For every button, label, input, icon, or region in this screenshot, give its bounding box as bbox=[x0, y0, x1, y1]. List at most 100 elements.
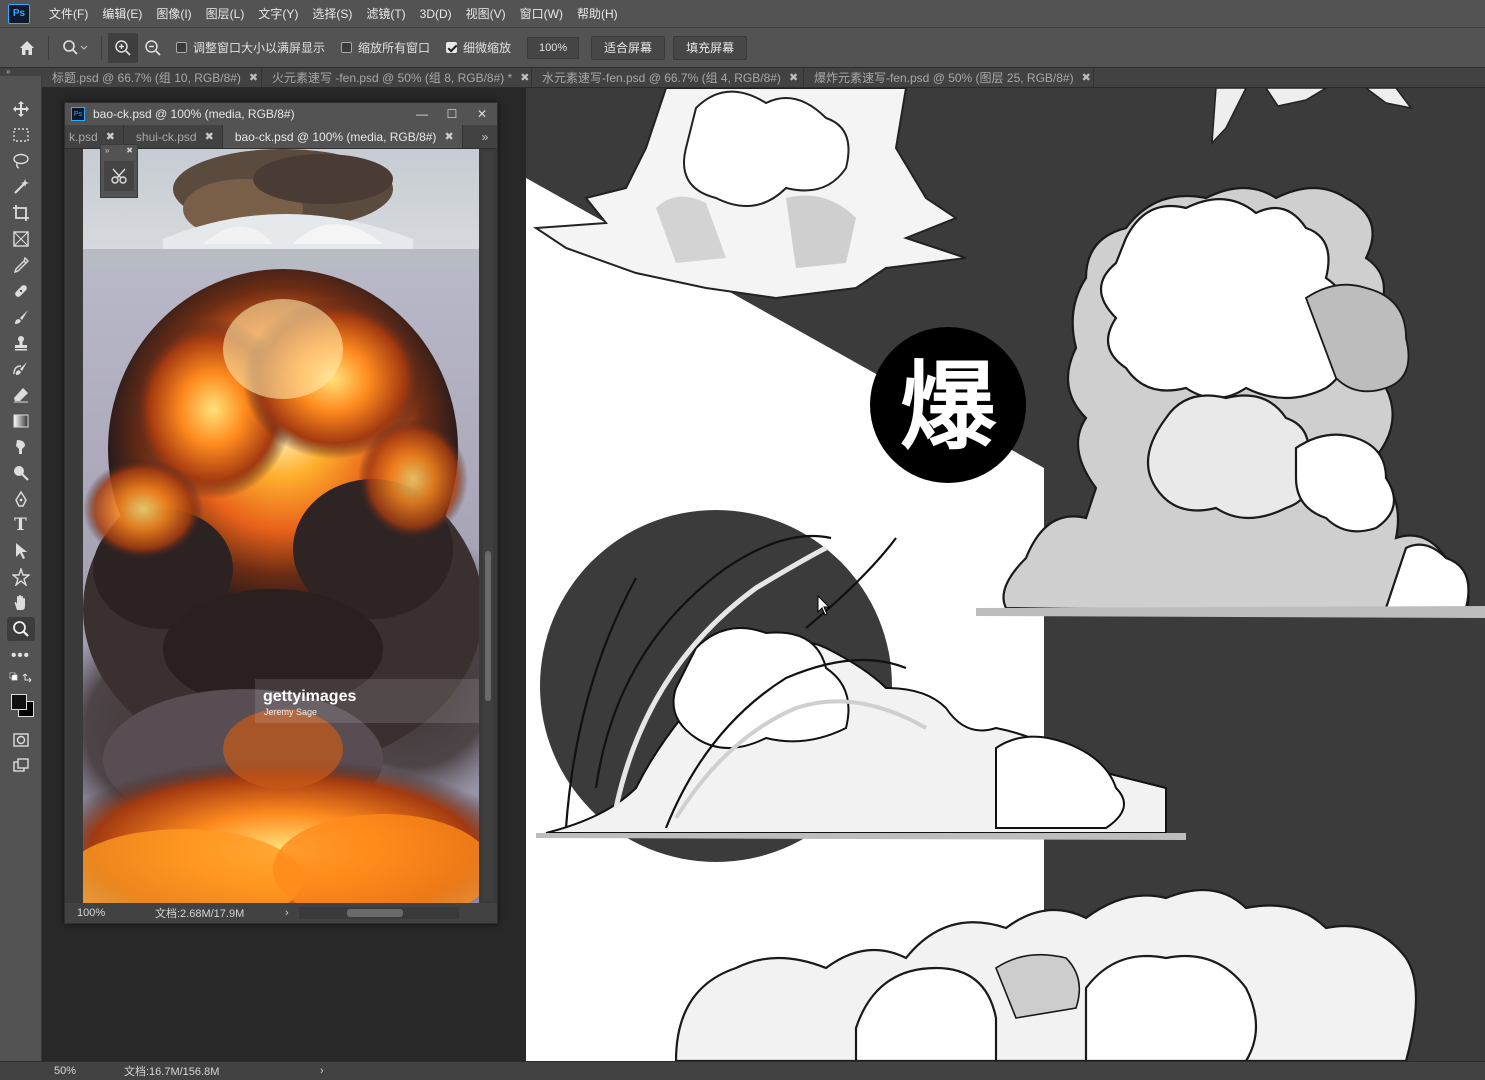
home-icon[interactable] bbox=[12, 33, 42, 63]
color-swatches[interactable] bbox=[7, 692, 35, 722]
document-tab-active[interactable]: 爆炸元素速写-fen.psd @ 50% (图层 25, RGB/8#) ✖ bbox=[804, 68, 1094, 87]
type-tool-icon[interactable]: T bbox=[7, 513, 35, 537]
marquee-tool-icon[interactable] bbox=[7, 123, 35, 147]
move-tool-icon[interactable] bbox=[7, 97, 35, 121]
checkbox-box-checked[interactable] bbox=[446, 42, 458, 53]
status-bar: 50% 文档:16.7M/156.8M › bbox=[0, 1061, 1485, 1080]
minimize-icon[interactable]: — bbox=[407, 107, 437, 121]
mini-tool-panel[interactable]: » ✖ bbox=[100, 144, 138, 198]
document-tab[interactable]: 标题.psd @ 66.7% (组 10, RGB/8#) ✖ bbox=[42, 68, 262, 87]
window-title: bao-ck.psd @ 100% (media, RGB/8#) bbox=[93, 107, 295, 121]
zoom-tool-icon[interactable] bbox=[6, 617, 35, 641]
close-icon[interactable]: ✖ bbox=[789, 68, 798, 88]
menu-image[interactable]: 图像(I) bbox=[149, 0, 198, 28]
screen-mode-icon[interactable] bbox=[7, 754, 35, 778]
window-zoom-level[interactable]: 100% bbox=[65, 907, 115, 919]
default-colors-icon[interactable] bbox=[7, 669, 35, 687]
menu-view[interactable]: 视图(V) bbox=[459, 0, 513, 28]
fill-screen-button[interactable]: 填充屏幕 bbox=[673, 35, 748, 60]
menu-help[interactable]: 帮助(H) bbox=[570, 0, 625, 28]
window-title-bar[interactable]: Ps bao-ck.psd @ 100% (media, RGB/8#) — ☐… bbox=[65, 103, 497, 125]
toolbar-collapse-handle[interactable]: » bbox=[0, 68, 42, 76]
custom-shape-tool-icon[interactable] bbox=[7, 565, 35, 589]
menu-edit[interactable]: 编辑(E) bbox=[95, 0, 149, 28]
eraser-tool-icon[interactable] bbox=[7, 383, 35, 407]
tab-label: 标题.psd @ 66.7% (组 10, RGB/8#) bbox=[52, 70, 241, 85]
close-icon[interactable]: ✖ bbox=[126, 145, 133, 157]
watermark-credit: Jeremy Sage bbox=[264, 707, 317, 717]
explosion-artwork: 爆 bbox=[526, 88, 1485, 1061]
menu-file[interactable]: 文件(F) bbox=[42, 0, 95, 28]
menu-layer[interactable]: 图层(L) bbox=[199, 0, 252, 28]
scrollbar-thumb[interactable] bbox=[485, 551, 491, 701]
menu-3d[interactable]: 3D(D) bbox=[413, 0, 459, 28]
vertical-scrollbar[interactable] bbox=[483, 151, 493, 901]
canvas-character-text: 爆 bbox=[900, 351, 997, 463]
hand-tool-icon[interactable] bbox=[7, 591, 35, 615]
fit-screen-button[interactable]: 适合屏幕 bbox=[591, 35, 666, 60]
path-selection-tool-icon[interactable] bbox=[7, 539, 35, 563]
close-icon[interactable]: ✖ bbox=[444, 125, 453, 149]
scrubby-zoom-checkbox[interactable]: 细微缩放 bbox=[446, 39, 511, 56]
menu-type[interactable]: 文字(Y) bbox=[251, 0, 305, 28]
more-tabs-icon[interactable]: » bbox=[473, 125, 497, 148]
lasso-tool-icon[interactable] bbox=[7, 149, 35, 173]
checkbox-box[interactable] bbox=[341, 42, 353, 53]
resize-windows-label: 调整窗口大小以满屏显示 bbox=[193, 41, 326, 55]
tab-label: 水元素速写-fen.psd @ 66.7% (组 4, RGB/8#) bbox=[542, 70, 781, 85]
scrollbar-thumb[interactable] bbox=[346, 909, 403, 917]
eyedropper-tool-icon[interactable] bbox=[7, 253, 35, 277]
close-icon[interactable]: ✖ bbox=[520, 68, 529, 88]
menu-filter[interactable]: 滤镜(T) bbox=[359, 0, 412, 28]
quick-mask-icon[interactable] bbox=[7, 728, 35, 752]
zoom-percent-field[interactable]: 100% bbox=[527, 36, 580, 59]
resize-windows-checkbox[interactable]: 调整窗口大小以满屏显示 bbox=[176, 39, 325, 56]
zoom-out-icon[interactable] bbox=[138, 33, 168, 63]
zoom-level[interactable]: 50% bbox=[0, 1065, 90, 1077]
history-brush-tool-icon[interactable] bbox=[7, 357, 35, 381]
document-tab[interactable]: 水元素速写-fen.psd @ 66.7% (组 4, RGB/8#) ✖ bbox=[532, 68, 804, 87]
window-status-bar: 100% 文档:2.68M/17.9M › bbox=[65, 903, 497, 923]
close-icon[interactable]: ✕ bbox=[467, 107, 497, 121]
foreground-color-swatch[interactable] bbox=[10, 694, 27, 710]
zoom-in-icon[interactable] bbox=[108, 32, 138, 63]
frame-tool-icon[interactable] bbox=[7, 227, 35, 251]
clone-stamp-tool-icon[interactable] bbox=[7, 331, 35, 355]
window-tab-active[interactable]: bao-ck.psd @ 100% (media, RGB/8#) ✖ bbox=[222, 125, 463, 149]
document-tab[interactable]: 火元素速写 -fen.psd @ 50% (组 8, RGB/8#) * ✖ bbox=[262, 68, 532, 87]
crop-tool-icon[interactable] bbox=[7, 201, 35, 225]
magic-wand-tool-icon[interactable] bbox=[7, 175, 35, 199]
dodge-tool-icon[interactable] bbox=[7, 461, 35, 485]
chevron-right-icon[interactable]: › bbox=[285, 907, 289, 919]
horizontal-scrollbar[interactable] bbox=[298, 907, 459, 919]
scrubby-zoom-label: 细微缩放 bbox=[463, 41, 512, 55]
window-doc-size: 文档:2.68M/17.9M bbox=[155, 908, 245, 920]
checkbox-box[interactable] bbox=[176, 42, 187, 53]
more-tools-icon[interactable]: ••• bbox=[7, 643, 35, 667]
document-canvas[interactable]: 爆 bbox=[526, 88, 1485, 1061]
menu-window[interactable]: 窗口(W) bbox=[513, 0, 570, 28]
reference-image-area[interactable]: gettyimages Jeremy Sage bbox=[65, 149, 497, 905]
brush-tool-icon[interactable] bbox=[7, 305, 35, 329]
zoom-tool-preset-icon[interactable] bbox=[55, 33, 95, 63]
floating-document-window[interactable]: Ps bao-ck.psd @ 100% (media, RGB/8#) — ☐… bbox=[64, 102, 498, 924]
separator bbox=[101, 35, 102, 60]
smudge-tool-icon[interactable] bbox=[7, 435, 35, 459]
explosion-reference-photo: gettyimages Jeremy Sage bbox=[83, 149, 479, 905]
tab-label: shui-ck.psd bbox=[135, 129, 197, 144]
menu-select[interactable]: 选择(S) bbox=[305, 0, 359, 28]
chevron-right-icon[interactable]: › bbox=[320, 1065, 324, 1077]
zoom-all-windows-checkbox[interactable]: 缩放所有窗口 bbox=[341, 39, 430, 56]
maximize-icon[interactable]: ☐ bbox=[437, 107, 467, 121]
healing-brush-tool-icon[interactable] bbox=[7, 279, 35, 303]
tool-presets-icon[interactable] bbox=[104, 161, 134, 191]
close-icon[interactable]: ✖ bbox=[1082, 68, 1091, 88]
expand-icon[interactable]: » bbox=[105, 145, 109, 157]
pen-tool-icon[interactable] bbox=[7, 487, 35, 511]
tab-label: 火元素速写 -fen.psd @ 50% (组 8, RGB/8#) * bbox=[272, 70, 513, 85]
close-icon[interactable]: ✖ bbox=[249, 68, 258, 88]
gradient-tool-icon[interactable] bbox=[7, 409, 35, 433]
close-icon[interactable]: ✖ bbox=[205, 125, 214, 149]
window-tab[interactable]: shui-ck.psd ✖ bbox=[124, 125, 223, 148]
zoom-all-windows-label: 缩放所有窗口 bbox=[358, 41, 431, 55]
